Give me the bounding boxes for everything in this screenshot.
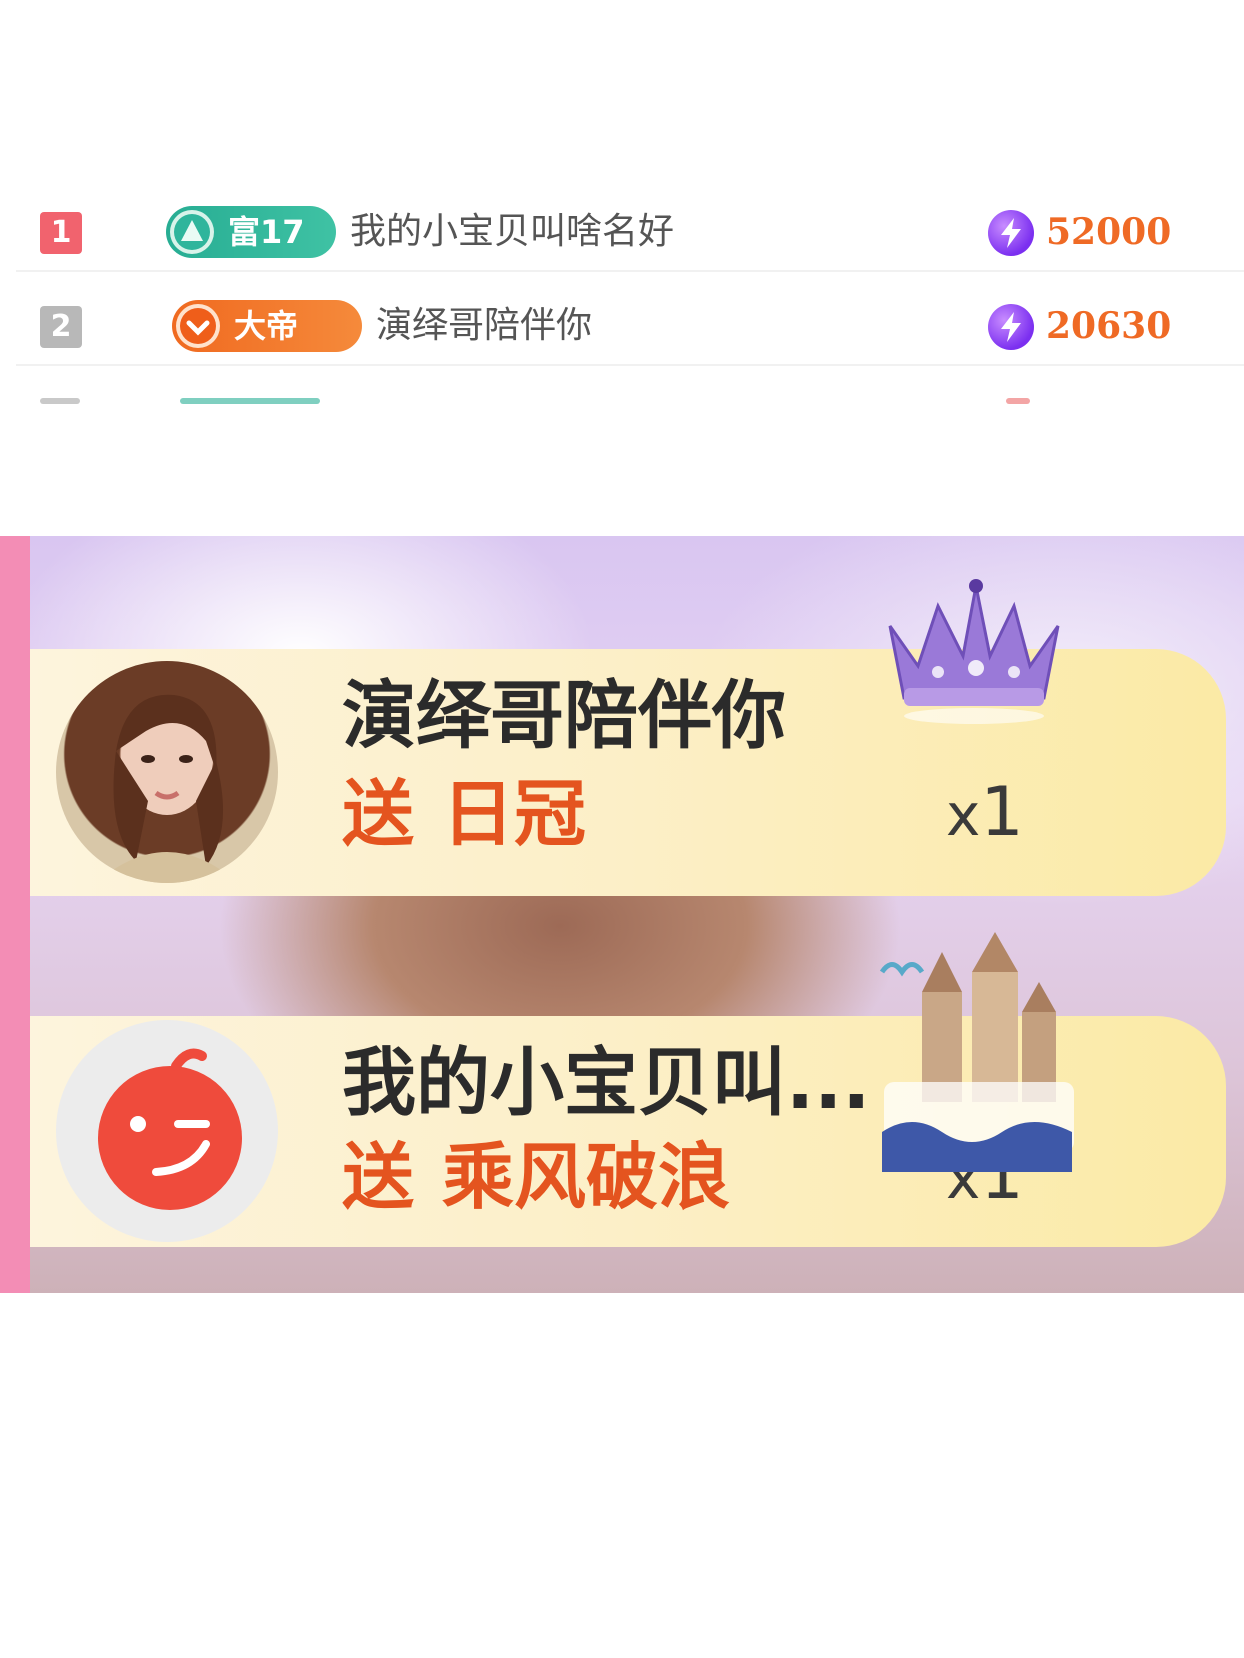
next-row-peek (40, 398, 80, 404)
chevron-down-icon (176, 304, 220, 348)
row-divider (16, 364, 1244, 366)
badge-label: 富17 (228, 213, 305, 251)
badge-label: 大帝 (234, 307, 299, 345)
gift-description: 送日冠 (342, 771, 586, 857)
wealth-level-badge: 富17 (166, 206, 336, 258)
ranking-username: 演绎哥陪伴你 (376, 305, 593, 346)
next-row-peek (180, 398, 320, 404)
contribution-ranking-list: 1 富17 我的小宝贝叫啥名好 52000 2 大帝 演绎哥陪伴你 20630 (0, 180, 1244, 404)
rank-number: 2 (40, 306, 82, 348)
lightning-coin-icon (988, 304, 1034, 350)
next-row-peek (1006, 398, 1030, 404)
lightning-coin-icon (988, 210, 1034, 256)
user-photo-avatar[interactable] (56, 661, 278, 883)
noble-title-badge: 大帝 (172, 300, 362, 352)
ranking-row[interactable]: 1 富17 我的小宝贝叫啥名好 52000 (0, 180, 1244, 272)
gift-name: 日冠 (442, 772, 587, 856)
ranking-username: 我的小宝贝叫啥名好 (350, 211, 675, 252)
send-verb: 送 (342, 1135, 415, 1219)
send-verb: 送 (342, 772, 415, 856)
side-accent-strip (0, 536, 30, 1293)
row-divider (16, 270, 1244, 272)
contribution-score: 20630 (1046, 305, 1172, 347)
gift-count-number: 1 (980, 773, 1024, 852)
triangle-level-icon (170, 210, 214, 254)
crown-icon (888, 579, 1060, 724)
gift-sender-name: 演绎哥陪伴你 (342, 673, 786, 759)
castle-ship-icon (879, 932, 1074, 1172)
gift-notification-panel: 演绎哥陪伴你 送日冠 x1 我的小宝贝叫... 送乘风破浪 x1 (0, 536, 1244, 1293)
gift-sender-name: 我的小宝贝叫... (342, 1040, 871, 1126)
contribution-score: 52000 (1046, 211, 1172, 253)
gift-description: 送乘风破浪 (342, 1134, 730, 1220)
gift-quantity: x1 (946, 773, 1024, 852)
ranking-row[interactable]: 2 大帝 演绎哥陪伴你 20630 (0, 274, 1244, 366)
rank-number: 1 (40, 212, 82, 254)
gift-name: 乘风破浪 (442, 1135, 731, 1219)
winking-face-avatar[interactable] (56, 1020, 278, 1242)
